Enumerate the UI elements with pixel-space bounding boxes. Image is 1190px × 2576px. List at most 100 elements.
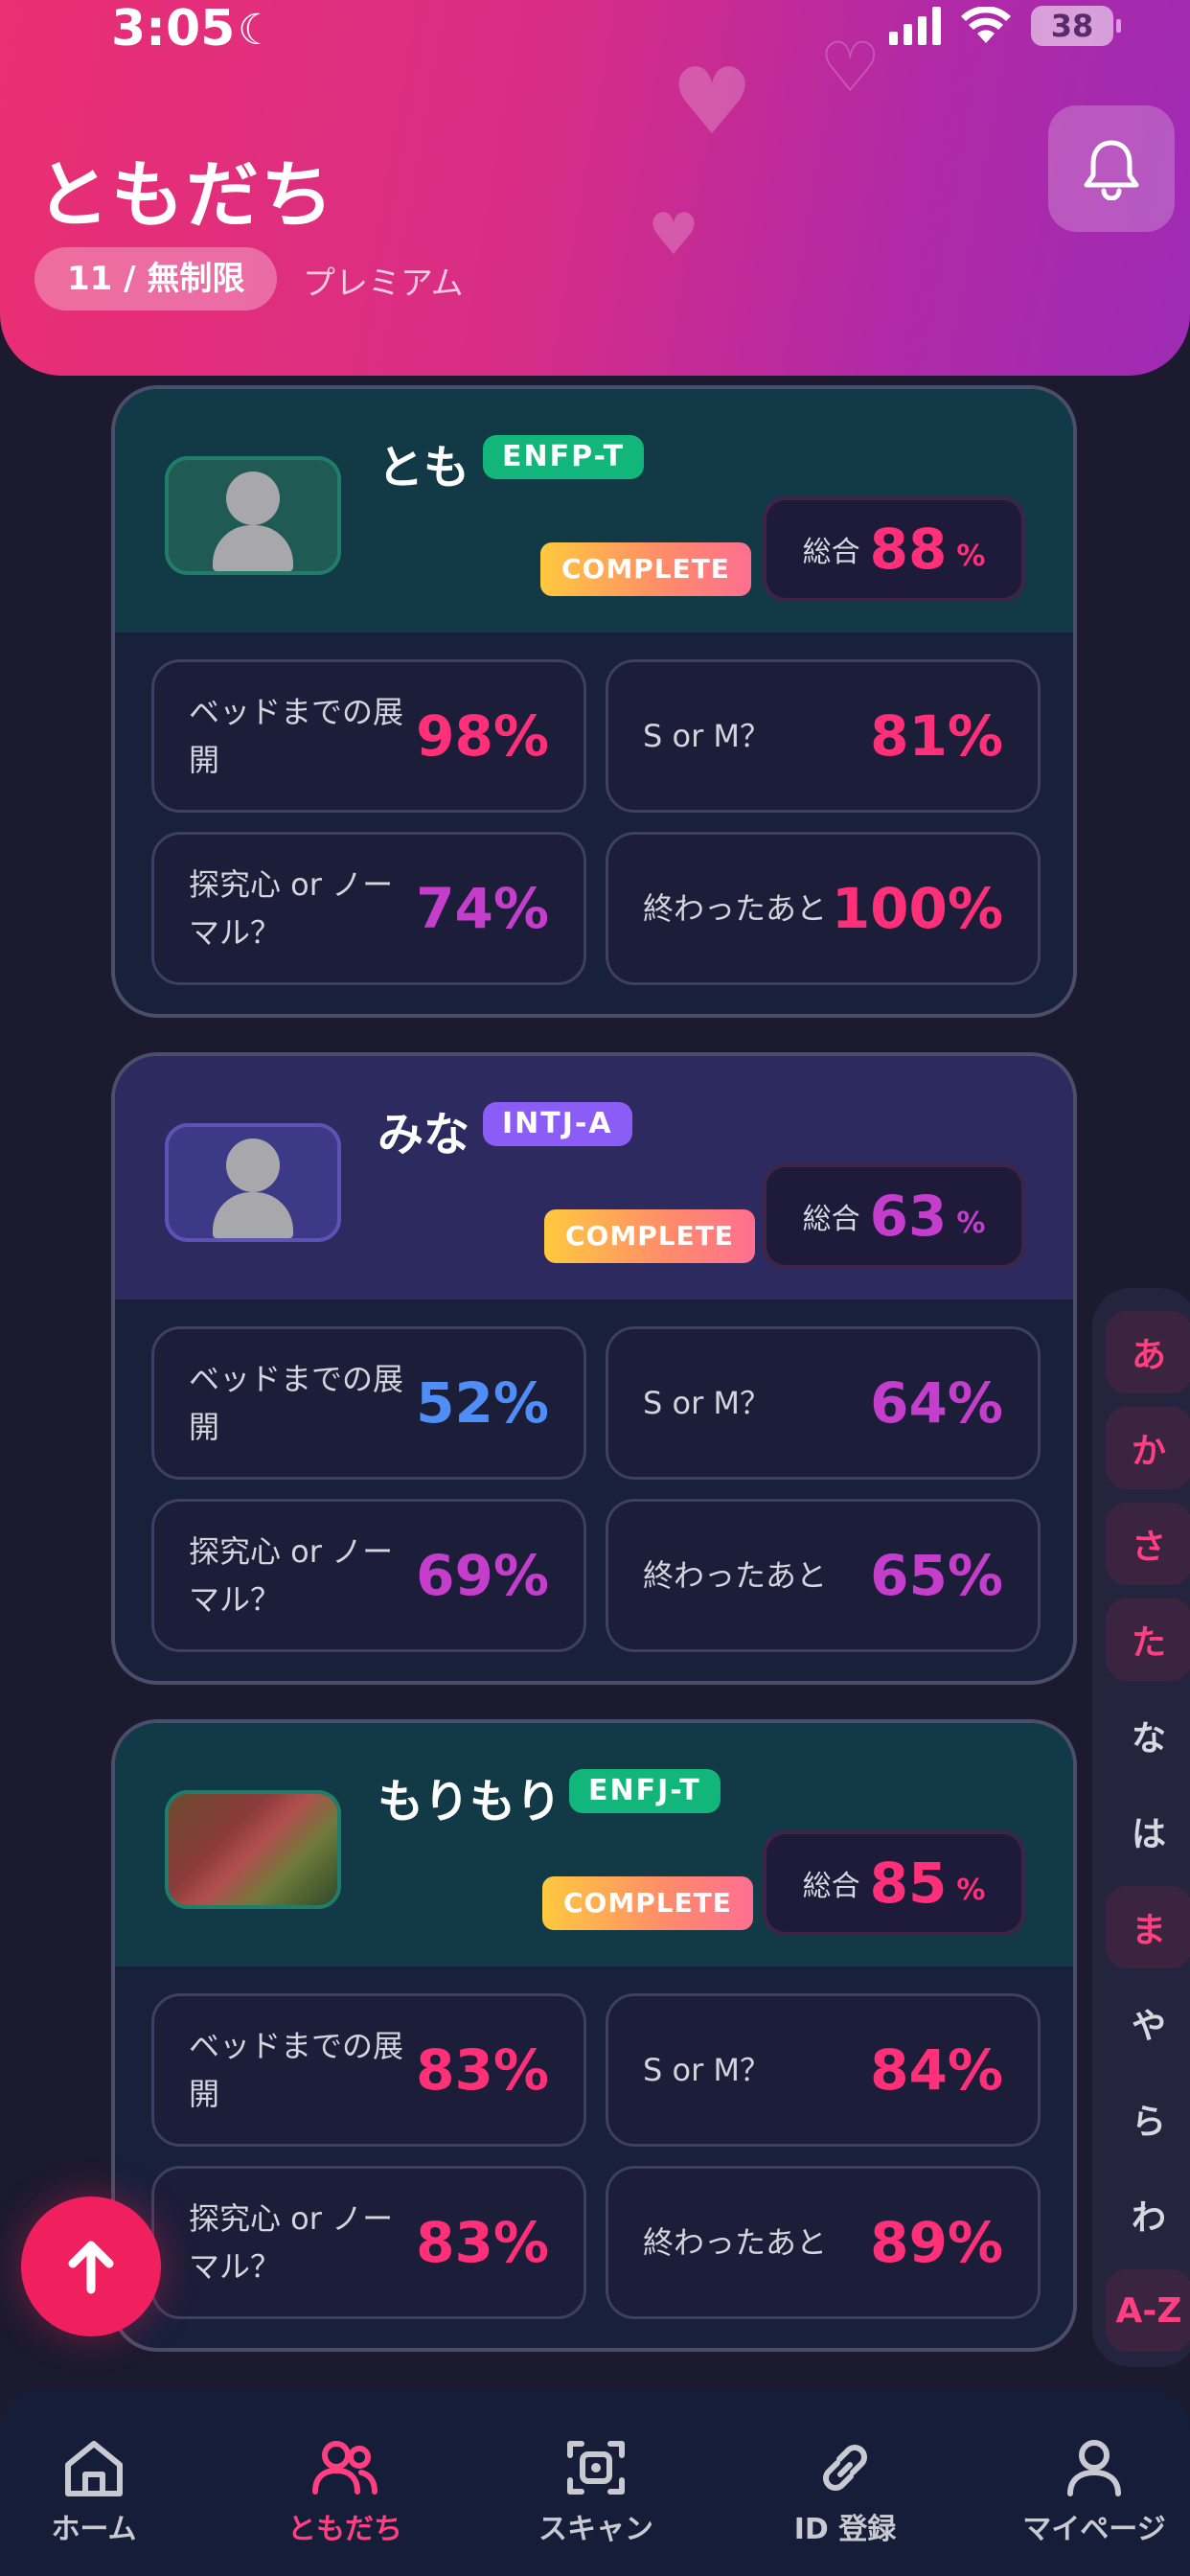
friend-card[interactable]: みな INTJ-A COMPLETE 総合 63 % ベッドまでの展開 52% …	[111, 1052, 1077, 1685]
index-item[interactable]: わ	[1106, 2174, 1190, 2256]
stat-label: ベッドまでの展開	[189, 1361, 404, 1445]
index-item[interactable]: た	[1106, 1598, 1190, 1681]
friend-name: みな	[378, 1108, 470, 1162]
total-unit: %	[956, 1873, 986, 1907]
home-icon	[65, 2441, 123, 2496]
stat-label: 探究心 or ノーマル？	[189, 2200, 394, 2285]
stat-label: S or M？	[643, 2052, 771, 2088]
tab-friends[interactable]: ともだち	[240, 2436, 450, 2547]
stat-tile: ベッドまでの展開 52%	[151, 1326, 586, 1480]
friend-name: とも	[378, 441, 470, 494]
stat-tile: S or M？ 81%	[606, 659, 1041, 813]
stat-tile: 終わったあと 65%	[606, 1499, 1041, 1652]
mbti-badge: INTJ-A	[483, 1102, 632, 1146]
heart-decoration-icon: ♡	[819, 27, 881, 107]
stat-value: 89%	[870, 2210, 1003, 2275]
friends-icon	[312, 2441, 378, 2495]
stat-label: 終わったあと	[643, 2224, 828, 2261]
index-item[interactable]: ら	[1106, 2078, 1190, 2160]
tab-id-register[interactable]: ID 登録	[740, 2436, 950, 2547]
status-time: 3:05	[111, 0, 236, 58]
tab-scan[interactable]: スキャン	[491, 2436, 701, 2547]
total-unit: %	[956, 539, 986, 573]
stat-value: 100%	[831, 876, 1003, 941]
stat-tile: 探究心 or ノーマル？ 69%	[151, 1499, 586, 1652]
stat-value: 64%	[870, 1370, 1003, 1436]
stat-tile: S or M？ 84%	[606, 1993, 1041, 2147]
scan-icon	[567, 2441, 625, 2495]
index-item[interactable]: ま	[1106, 1886, 1190, 1968]
mbti-badge: ENFJ-T	[569, 1769, 721, 1813]
index-item[interactable]: A-Z	[1106, 2269, 1190, 2352]
total-value: 88	[869, 517, 948, 582]
card-header: もりもり ENFJ-T COMPLETE 総合 85 %	[115, 1723, 1073, 1966]
heart-decoration-icon: ♥	[648, 201, 699, 268]
complete-badge: COMPLETE	[544, 1209, 755, 1263]
stat-label: 探究心 or ノーマル？	[189, 1533, 394, 1618]
friend-card[interactable]: とも ENFP-T COMPLETE 総合 88 % ベッドまでの展開 98% …	[111, 385, 1077, 1018]
header: 3:05 ☾ 38 ♥ ♡ ♥ ともだち 11 / 無制限 プレミアム	[0, 0, 1190, 376]
total-value: 85	[869, 1851, 948, 1916]
stat-tile: 探究心 or ノーマル？ 74%	[151, 832, 586, 985]
tab-label: ともだち	[287, 2513, 402, 2546]
wifi-icon	[961, 7, 1011, 43]
friend-count-badge: 11 / 無制限	[34, 247, 278, 310]
card-header: とも ENFP-T COMPLETE 総合 88 %	[115, 389, 1073, 632]
page-title: ともだち	[36, 152, 335, 238]
total-label: 総合	[802, 536, 860, 569]
stat-tile: S or M？ 64%	[606, 1326, 1041, 1480]
tab-mypage[interactable]: マイページ	[989, 2436, 1190, 2547]
stat-label: ベッドまでの展開	[189, 694, 404, 778]
stat-value: 83%	[416, 2037, 549, 2103]
stat-tile: 探究心 or ノーマル？ 83%	[151, 2166, 586, 2319]
stat-value: 98%	[416, 703, 549, 769]
moon-icon: ☾	[238, 6, 276, 55]
friend-name: もりもり	[378, 1775, 562, 1828]
complete-badge: COMPLETE	[540, 542, 751, 596]
total-label: 総合	[802, 1203, 860, 1236]
stat-tile: 終わったあと 89%	[606, 2166, 1041, 2319]
index-item[interactable]: さ	[1106, 1503, 1190, 1585]
battery-icon: 38	[1031, 6, 1121, 46]
complete-badge: COMPLETE	[542, 1876, 753, 1930]
stat-tile: 終わったあと 100%	[606, 832, 1041, 985]
total-unit: %	[956, 1206, 986, 1240]
alphabet-index-bar[interactable]: あ か さ た な は ま や ら わ A-Z	[1092, 1288, 1190, 2367]
plan-label: プレミアム	[303, 264, 464, 303]
tab-label: スキャン	[538, 2513, 653, 2546]
stat-tile: ベッドまでの展開 98%	[151, 659, 586, 813]
index-item[interactable]: は	[1106, 1790, 1190, 1873]
stat-label: ベッドまでの展開	[189, 2028, 404, 2112]
stat-tile: ベッドまでの展開 83%	[151, 1993, 586, 2147]
scroll-to-top-button[interactable]	[21, 2196, 161, 2336]
tab-label: ID 登録	[793, 2513, 897, 2546]
total-score: 総合 85 %	[763, 1830, 1025, 1936]
notification-button[interactable]	[1048, 105, 1175, 232]
friend-card[interactable]: もりもり ENFJ-T COMPLETE 総合 85 % ベッドまでの展開 83…	[111, 1719, 1077, 2352]
heart-decoration-icon: ♥	[671, 48, 754, 155]
person-placeholder-body	[213, 525, 293, 571]
status-icons: 38	[889, 6, 1121, 46]
person-placeholder-icon	[226, 472, 280, 525]
tab-home[interactable]: ホーム	[0, 2436, 199, 2547]
index-item[interactable]: や	[1106, 1982, 1190, 2064]
stat-label: 探究心 or ノーマル？	[189, 866, 394, 951]
person-placeholder-body	[213, 1192, 293, 1238]
stat-value: 69%	[416, 1543, 549, 1608]
index-item[interactable]: あ	[1106, 1311, 1190, 1393]
stat-label: 終わったあと	[643, 1557, 828, 1594]
avatar	[165, 1123, 341, 1242]
stat-value: 65%	[870, 1543, 1003, 1608]
stat-label: S or M？	[643, 1385, 771, 1421]
link-icon	[823, 2445, 867, 2491]
bell-icon	[1084, 140, 1139, 200]
status-bar: 3:05 ☾ 38	[0, 0, 1190, 58]
stat-label: S or M？	[643, 718, 771, 754]
stat-value: 83%	[416, 2210, 549, 2275]
person-placeholder-icon	[226, 1138, 280, 1192]
avatar	[165, 1790, 341, 1909]
index-item[interactable]: か	[1106, 1407, 1190, 1489]
index-item[interactable]: な	[1106, 1694, 1190, 1777]
stat-label: 終わったあと	[643, 890, 828, 927]
stat-value: 84%	[870, 2037, 1003, 2103]
